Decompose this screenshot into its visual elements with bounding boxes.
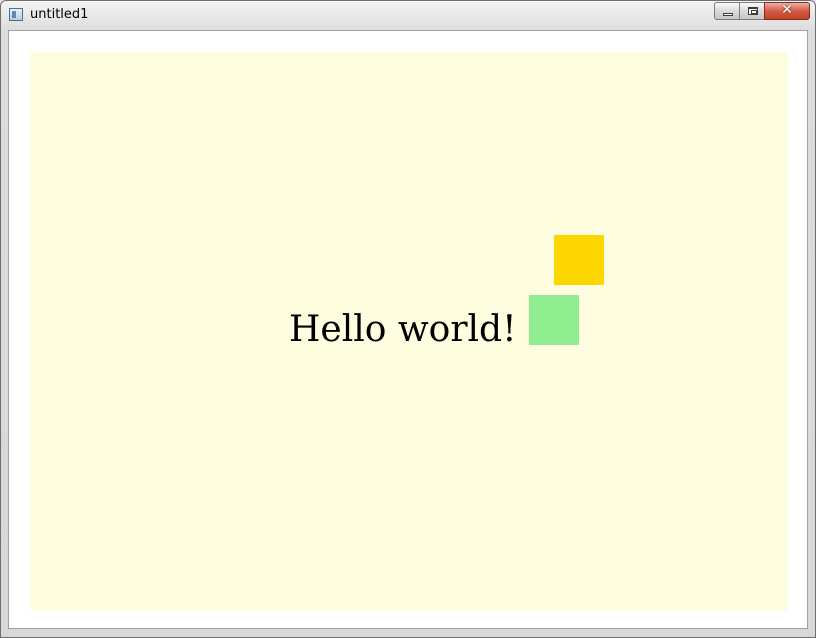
green-square (529, 295, 579, 345)
gold-square (554, 235, 604, 285)
close-button[interactable]: ✕ (764, 2, 810, 20)
maximize-button[interactable] (739, 2, 765, 20)
window-title: untitled1 (30, 7, 89, 22)
application-window-icon[interactable] (9, 8, 23, 21)
minimize-button[interactable] (714, 2, 740, 20)
minimize-icon (723, 13, 733, 16)
close-icon: ✕ (781, 2, 793, 18)
application-window: untitled1 ✕ Hello world! (0, 0, 816, 638)
drawing-canvas: Hello world! (30, 52, 788, 611)
caption-buttons: ✕ (714, 2, 810, 21)
title-bar[interactable]: untitled1 ✕ (1, 1, 815, 30)
maximize-icon (748, 7, 758, 15)
client-area: Hello world! (8, 30, 808, 629)
hello-world-text: Hello world! (289, 309, 517, 350)
